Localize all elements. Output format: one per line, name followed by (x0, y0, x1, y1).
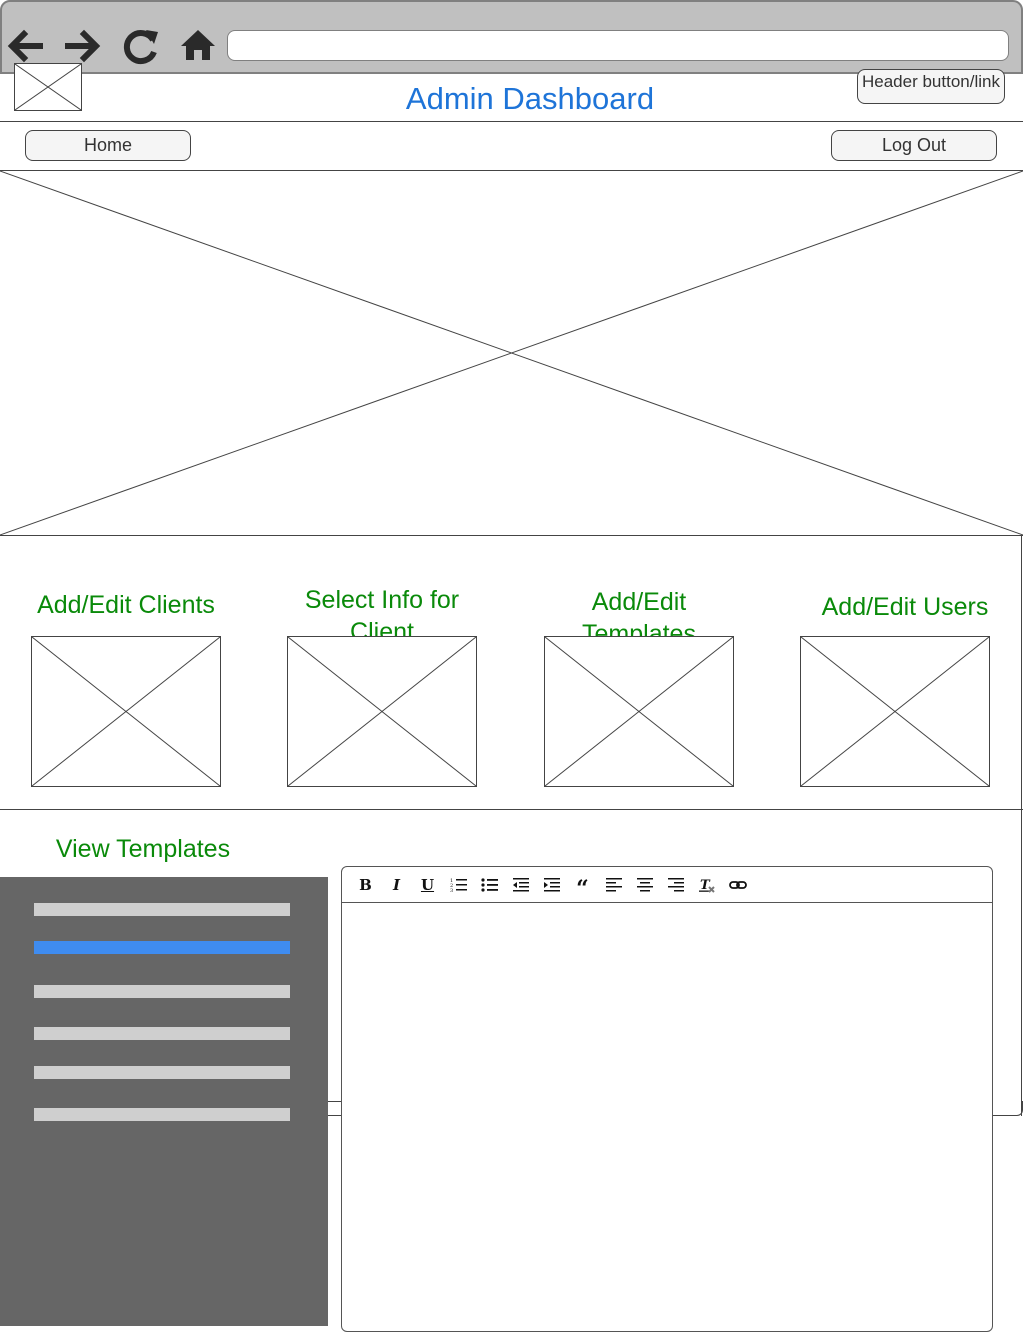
template-list-item-active[interactable] (34, 941, 290, 954)
content-right-border (1021, 536, 1022, 1116)
home-icon[interactable] (178, 26, 218, 66)
refresh-icon[interactable] (121, 26, 161, 66)
header-divider (0, 121, 1023, 122)
align-center-icon[interactable] (629, 874, 660, 896)
editor-toolbar: B I U 123 “ T (342, 867, 992, 903)
section-divider (0, 809, 1023, 810)
tile-clients[interactable] (31, 636, 221, 787)
svg-text:3: 3 (450, 888, 453, 893)
hero-image-placeholder (0, 170, 1023, 536)
editor-content-area[interactable] (342, 904, 992, 1332)
ordered-list-icon[interactable]: 123 (443, 874, 474, 896)
panel-edge (328, 1101, 342, 1116)
logout-button[interactable]: Log Out (831, 130, 997, 161)
logo-placeholder (14, 63, 82, 111)
templates-sidebar (0, 877, 328, 1326)
underline-icon[interactable]: U (412, 874, 443, 896)
header-button-link[interactable]: Header button/link (857, 69, 1005, 104)
blockquote-icon[interactable]: “ (567, 870, 598, 902)
tile-label-users: Add/Edit Users (821, 593, 989, 621)
template-list-item[interactable] (34, 903, 290, 916)
template-list-item[interactable] (34, 1027, 290, 1040)
align-left-icon[interactable] (598, 874, 629, 896)
indent-icon[interactable] (536, 874, 567, 896)
page-title: Admin Dashboard (405, 81, 655, 116)
align-right-icon[interactable] (660, 874, 691, 896)
tile-label-clients: Add/Edit Clients (37, 591, 215, 619)
template-editor: B I U 123 “ T (341, 866, 993, 1332)
address-bar[interactable] (227, 30, 1009, 61)
forward-arrow-icon[interactable] (64, 26, 104, 66)
outdent-icon[interactable] (505, 874, 536, 896)
back-arrow-icon[interactable] (4, 26, 44, 66)
home-button[interactable]: Home (25, 130, 191, 161)
bold-icon[interactable]: B (350, 874, 381, 896)
template-list-item[interactable] (34, 1066, 290, 1079)
link-icon[interactable] (722, 874, 753, 896)
tile-users[interactable] (800, 636, 990, 787)
bullet-list-icon[interactable] (474, 874, 505, 896)
tile-select-info[interactable] (287, 636, 477, 787)
clear-format-icon[interactable]: T (691, 874, 722, 896)
italic-icon[interactable]: I (381, 874, 412, 896)
view-templates-heading: View Templates (55, 835, 231, 863)
tile-templates[interactable] (544, 636, 734, 787)
panel-edge (993, 1101, 1023, 1116)
template-list-item[interactable] (34, 1108, 290, 1121)
template-list-item[interactable] (34, 985, 290, 998)
